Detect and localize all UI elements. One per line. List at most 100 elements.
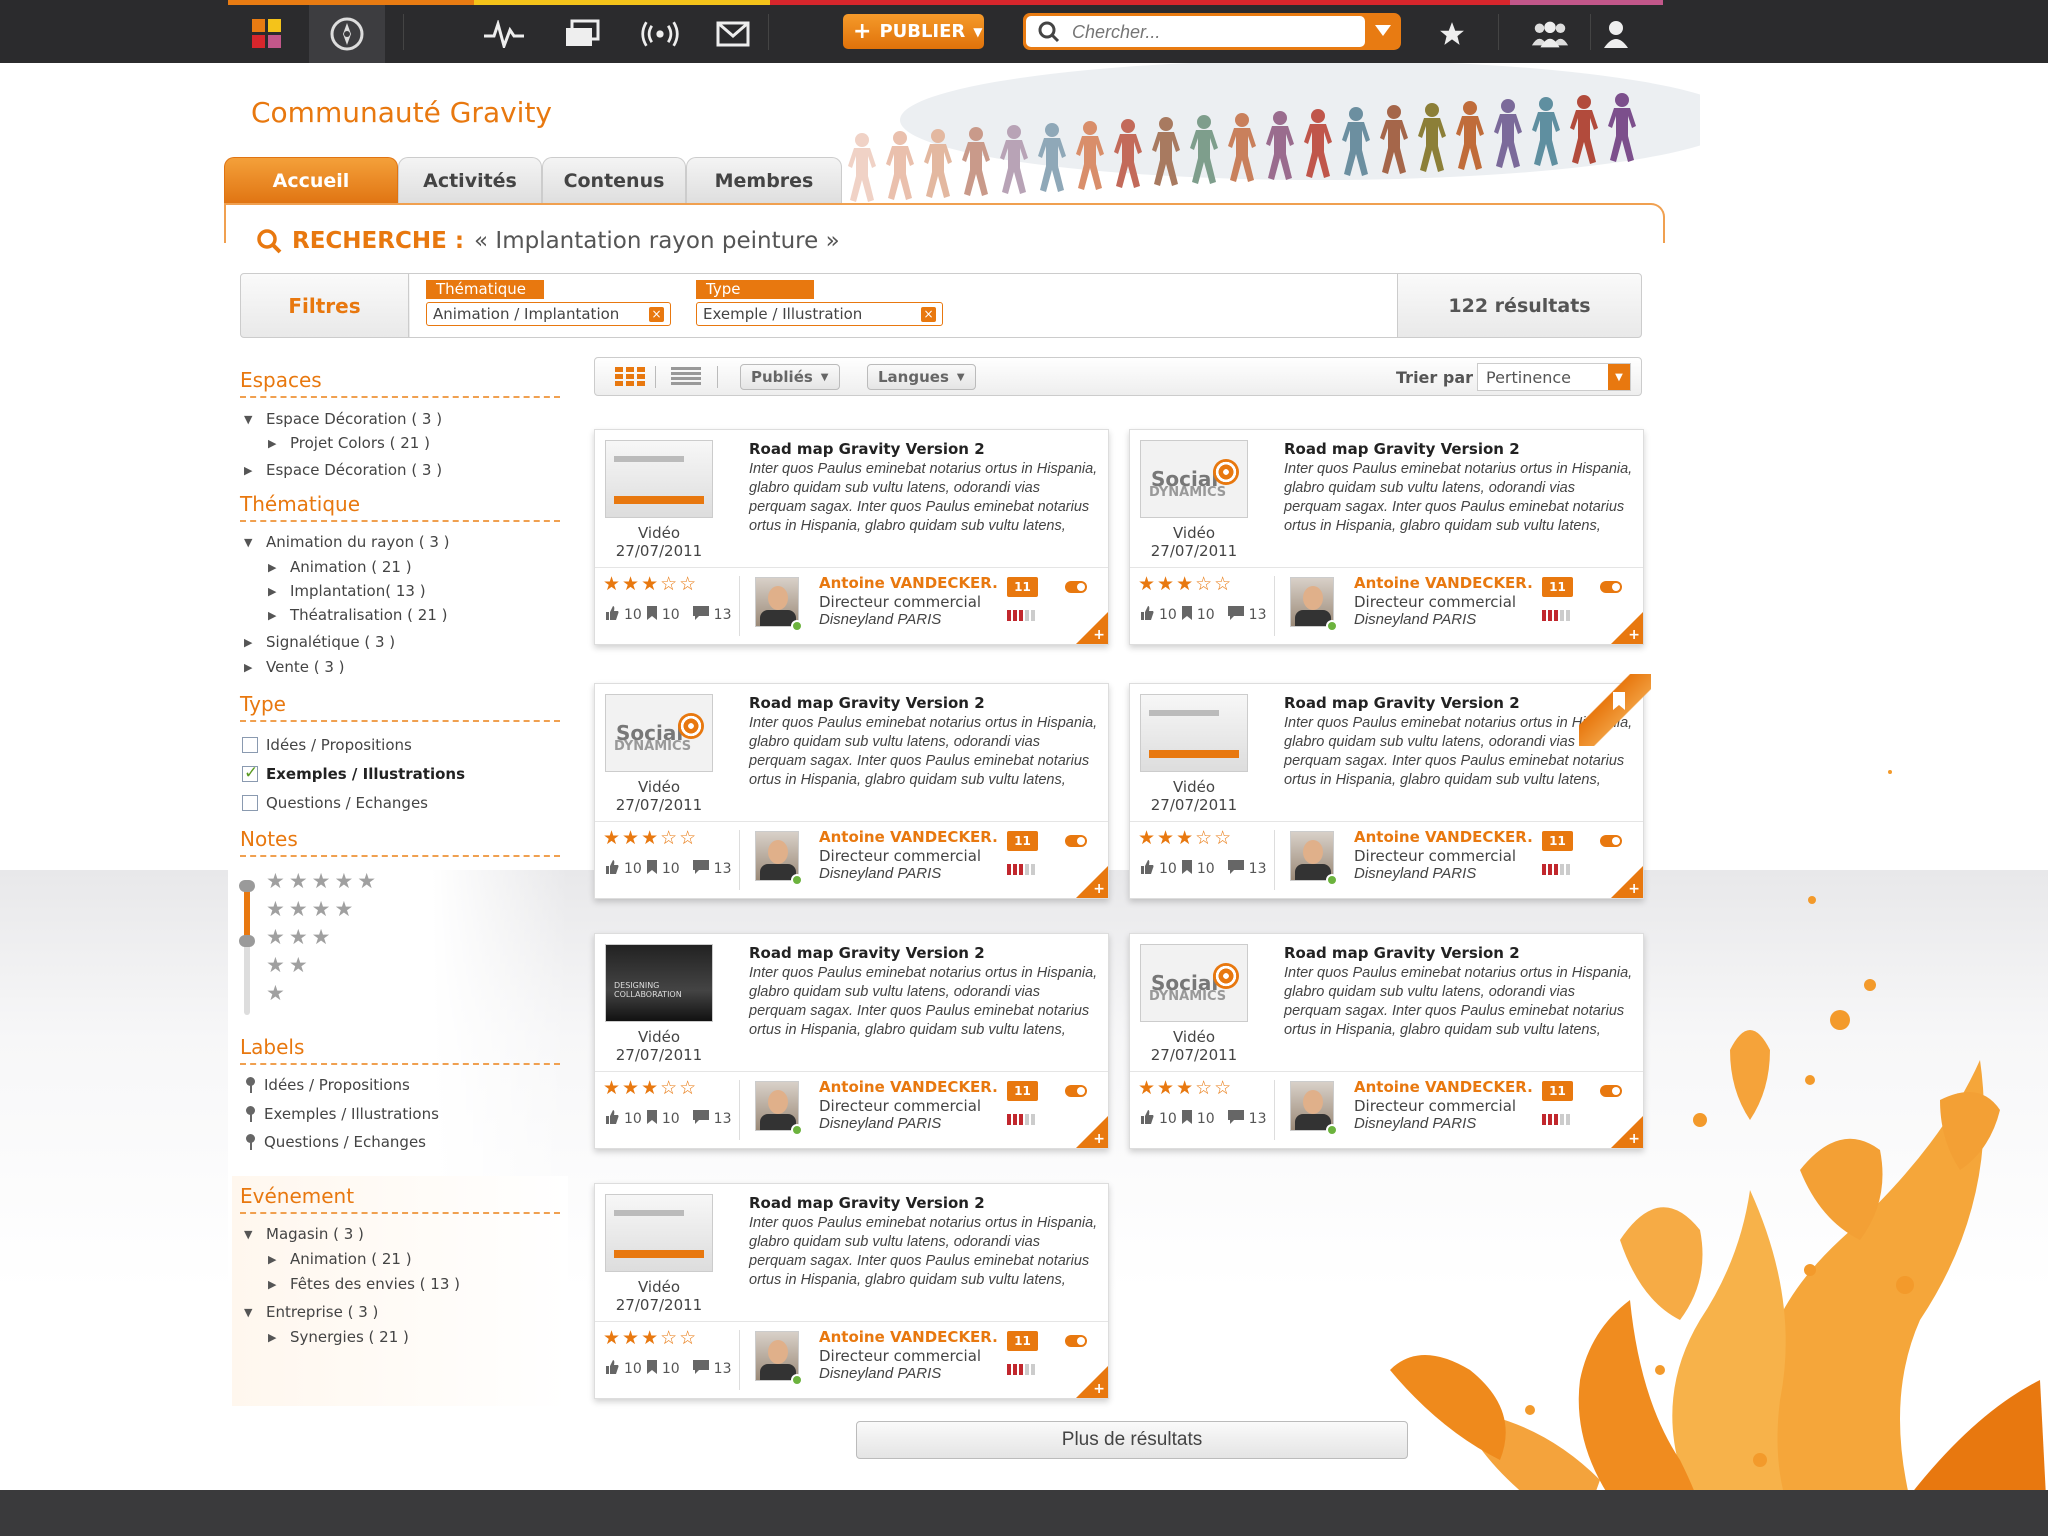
label-item[interactable]: Questions / Echanges bbox=[246, 1133, 426, 1151]
author-name[interactable]: Antoine VANDECKER. bbox=[1354, 574, 1533, 592]
user-icon[interactable] bbox=[1596, 14, 1636, 54]
result-card[interactable]: Social DYNAMICS Vidéo 27/07/2011 Road map… bbox=[1129, 429, 1644, 645]
star-rating[interactable]: ★★★☆☆ bbox=[603, 573, 698, 595]
caret-right-icon[interactable]: ▶ bbox=[268, 585, 282, 598]
caret-down-icon[interactable]: ▼ bbox=[244, 536, 258, 549]
thumbs-up-icon[interactable] bbox=[1140, 606, 1154, 624]
label-item[interactable]: Exemples / Illustrations bbox=[246, 1105, 439, 1123]
list-view-icon[interactable] bbox=[671, 367, 701, 391]
plus-icon[interactable]: + bbox=[1093, 627, 1105, 643]
count-badge[interactable]: 11 bbox=[1007, 831, 1038, 851]
bookmark-icon[interactable] bbox=[646, 606, 657, 624]
comment-icon[interactable] bbox=[692, 1110, 709, 1128]
checkbox-row[interactable]: Idées / Propositions bbox=[242, 736, 412, 754]
thumbs-up-icon[interactable] bbox=[605, 606, 619, 624]
star-rating[interactable]: ★★★☆☆ bbox=[603, 827, 698, 849]
bookmark-icon[interactable] bbox=[646, 1360, 657, 1378]
bookmark-icon[interactable] bbox=[646, 1110, 657, 1128]
content-title[interactable]: Road map Gravity Version 2 bbox=[749, 1194, 985, 1212]
plus-icon[interactable]: + bbox=[1093, 881, 1105, 897]
content-title[interactable]: Road map Gravity Version 2 bbox=[1284, 440, 1520, 458]
author-name[interactable]: Antoine VANDECKER. bbox=[819, 574, 998, 592]
sort-select[interactable]: Pertinence ▼ bbox=[1477, 363, 1631, 391]
count-badge[interactable]: 11 bbox=[1007, 577, 1038, 597]
content-thumbnail[interactable]: Social DYNAMICS bbox=[1140, 440, 1248, 518]
publish-button[interactable]: + PUBLIER ▼ bbox=[843, 14, 984, 49]
follow-toggle[interactable] bbox=[1600, 835, 1622, 847]
tab-activites[interactable]: Activités bbox=[398, 157, 542, 204]
remove-filter-icon[interactable]: × bbox=[921, 306, 936, 322]
comment-icon[interactable] bbox=[692, 1360, 709, 1378]
tree-item[interactable]: ▶ Implantation( 13 ) bbox=[268, 582, 426, 600]
follow-toggle[interactable] bbox=[1065, 1335, 1087, 1347]
comment-icon[interactable] bbox=[1227, 1110, 1244, 1128]
tree-item[interactable]: ▶ Animation ( 21 ) bbox=[268, 1250, 412, 1268]
checkbox-row[interactable]: Questions / Echanges bbox=[242, 794, 428, 812]
star-rating[interactable]: ★★★☆☆ bbox=[1138, 827, 1233, 849]
result-card[interactable]: Vidéo 27/07/2011 Road map Gravity Versio… bbox=[1129, 674, 1651, 899]
checkbox-row[interactable]: Exemples / Illustrations bbox=[242, 763, 465, 783]
content-title[interactable]: Road map Gravity Version 2 bbox=[749, 440, 985, 458]
caret-right-icon[interactable]: ▶ bbox=[268, 437, 282, 450]
tree-item[interactable]: ▶ Espace Décoration ( 3 ) bbox=[244, 461, 442, 479]
content-thumbnail[interactable]: Social DYNAMICS bbox=[1140, 944, 1248, 1022]
tree-item[interactable]: ▼ Espace Décoration ( 3 ) bbox=[244, 410, 442, 428]
languages-filter-button[interactable]: Langues ▼ bbox=[867, 364, 976, 390]
star-rating-2[interactable]: ★★ bbox=[266, 953, 312, 977]
content-thumbnail[interactable] bbox=[605, 1194, 713, 1272]
checkbox-checked[interactable] bbox=[242, 763, 258, 783]
cards-icon[interactable] bbox=[562, 14, 602, 54]
caret-right-icon[interactable]: ▶ bbox=[268, 609, 282, 622]
thumbs-up-icon[interactable] bbox=[605, 1110, 619, 1128]
author-name[interactable]: Antoine VANDECKER. bbox=[819, 1328, 998, 1346]
tree-item[interactable]: ▶ Signalétique ( 3 ) bbox=[244, 633, 395, 651]
broadcast-icon[interactable] bbox=[640, 14, 680, 54]
content-thumbnail[interactable] bbox=[1140, 694, 1248, 772]
count-badge[interactable]: 11 bbox=[1542, 831, 1573, 851]
star-rating[interactable]: ★★★☆☆ bbox=[603, 1327, 698, 1349]
result-card[interactable]: Vidéo 27/07/2011 Road map Gravity Versio… bbox=[594, 1183, 1109, 1399]
slider-handle[interactable] bbox=[239, 935, 255, 947]
follow-toggle[interactable] bbox=[1065, 581, 1087, 593]
tree-item[interactable]: ▶ Vente ( 3 ) bbox=[244, 658, 345, 676]
bookmark-icon[interactable] bbox=[1181, 606, 1192, 624]
caret-right-icon[interactable]: ▶ bbox=[268, 1331, 282, 1344]
content-thumbnail[interactable] bbox=[605, 440, 713, 518]
content-thumbnail[interactable]: Social DYNAMICS bbox=[605, 694, 713, 772]
caret-down-icon[interactable]: ▼ bbox=[244, 413, 258, 426]
apps-grid-icon[interactable] bbox=[247, 14, 287, 54]
content-title[interactable]: Road map Gravity Version 2 bbox=[1284, 694, 1520, 712]
caret-right-icon[interactable]: ▶ bbox=[268, 561, 282, 574]
tree-item[interactable]: ▼ Entreprise ( 3 ) bbox=[244, 1303, 378, 1321]
search-input[interactable] bbox=[1072, 20, 1352, 44]
checkbox[interactable] bbox=[242, 737, 258, 753]
tree-item[interactable]: ▶ Animation ( 21 ) bbox=[268, 558, 412, 576]
count-badge[interactable]: 11 bbox=[1542, 577, 1573, 597]
result-card[interactable]: Vidéo 27/07/2011 Road map Gravity Versio… bbox=[594, 429, 1109, 645]
rating-slider[interactable] bbox=[239, 880, 255, 1015]
thumbs-up-icon[interactable] bbox=[1140, 1110, 1154, 1128]
tree-item[interactable]: ▶ Synergies ( 21 ) bbox=[268, 1328, 409, 1346]
caret-right-icon[interactable]: ▶ bbox=[244, 661, 258, 674]
plus-icon[interactable]: + bbox=[1093, 1131, 1105, 1147]
caret-down-icon[interactable]: ▼ bbox=[244, 1228, 258, 1241]
activity-icon[interactable] bbox=[484, 14, 524, 54]
star-rating[interactable]: ★★★☆☆ bbox=[1138, 1077, 1233, 1099]
comment-icon[interactable] bbox=[1227, 860, 1244, 878]
result-card[interactable]: Social DYNAMICS Vidéo 27/07/2011 Road map… bbox=[594, 683, 1109, 899]
tab-contenus[interactable]: Contenus bbox=[542, 157, 686, 204]
content-thumbnail[interactable]: DESIGNING COLLABORATION bbox=[605, 944, 713, 1022]
tree-item[interactable]: ▶ Théatralisation ( 21 ) bbox=[268, 606, 448, 624]
tree-item[interactable]: ▶ Projet Colors ( 21 ) bbox=[268, 434, 430, 452]
comment-icon[interactable] bbox=[1227, 606, 1244, 624]
avatar[interactable] bbox=[755, 1081, 799, 1131]
bookmark-ribbon[interactable] bbox=[1579, 674, 1651, 746]
comment-icon[interactable] bbox=[692, 860, 709, 878]
avatar[interactable] bbox=[1290, 831, 1334, 881]
tree-item[interactable]: ▶ Fêtes des envies ( 13 ) bbox=[268, 1275, 460, 1293]
search-dropdown-icon[interactable] bbox=[1375, 25, 1391, 36]
star-rating[interactable]: ★★★☆☆ bbox=[1138, 573, 1233, 595]
star-rating-4[interactable]: ★★★★ bbox=[266, 897, 357, 921]
avatar[interactable] bbox=[755, 1331, 799, 1381]
bookmark-icon[interactable] bbox=[1181, 860, 1192, 878]
